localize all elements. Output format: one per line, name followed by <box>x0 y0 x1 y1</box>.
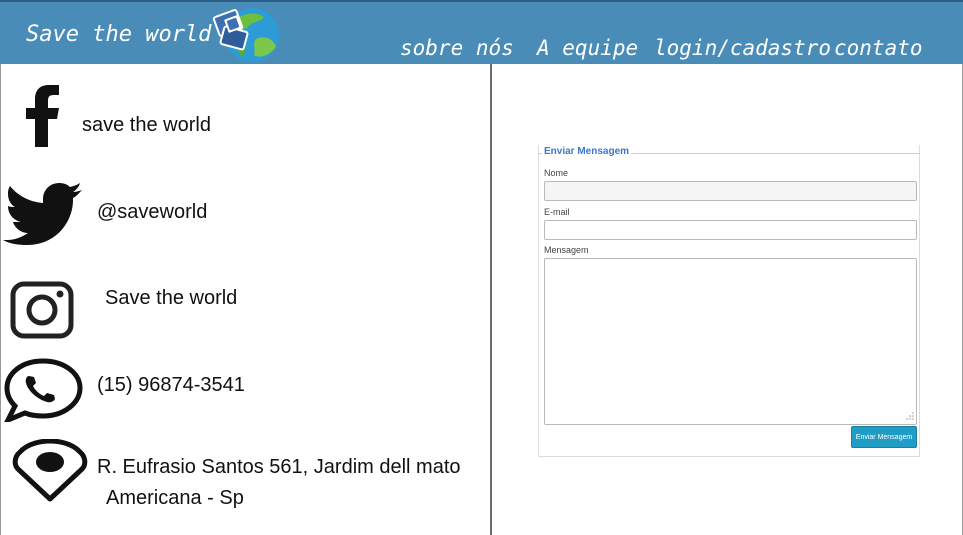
brand-title[interactable]: Save the world <box>26 22 211 47</box>
message-textarea[interactable] <box>544 258 917 425</box>
name-field[interactable] <box>544 181 917 201</box>
nav-link-contato[interactable]: contato <box>834 36 923 60</box>
instagram-handle[interactable]: Save the world <box>105 287 237 310</box>
instagram-icon[interactable] <box>10 281 74 339</box>
whatsapp-phone[interactable]: (15) 96874-3541 <box>97 374 245 397</box>
facebook-handle[interactable]: save the world <box>82 114 211 137</box>
page-left-border <box>0 64 1 535</box>
twitter-icon[interactable] <box>2 183 82 245</box>
whatsapp-icon[interactable] <box>2 358 84 422</box>
send-message-button[interactable]: Enviar Mensagem <box>851 426 917 448</box>
resize-grip-icon[interactable] <box>906 412 914 420</box>
name-label: Nome <box>544 168 569 178</box>
email-field[interactable] <box>544 220 917 240</box>
nav-link-login-cadastro[interactable]: login/cadastro <box>654 36 831 60</box>
address-line-1: R. Eufrasio Santos 561, Jardim dell mato <box>97 456 461 478</box>
email-label: E-mail <box>544 207 570 217</box>
facebook-icon[interactable] <box>22 85 62 147</box>
message-label: Mensagem <box>544 245 589 255</box>
map-pin-icon[interactable] <box>12 439 88 503</box>
address-line-2: Americana - Sp <box>106 487 244 509</box>
header-bar: Save the world sobre nós A equipe login/… <box>0 0 963 64</box>
twitter-handle[interactable]: @saveworld <box>97 201 207 224</box>
column-divider <box>490 64 492 535</box>
nav-link-a-equipe[interactable]: A equipe <box>537 36 638 60</box>
form-legend: Enviar Mensagem <box>542 146 632 157</box>
globe-logo-icon[interactable] <box>212 3 282 65</box>
nav-link-sobre-nos[interactable]: sobre nós <box>400 36 514 60</box>
